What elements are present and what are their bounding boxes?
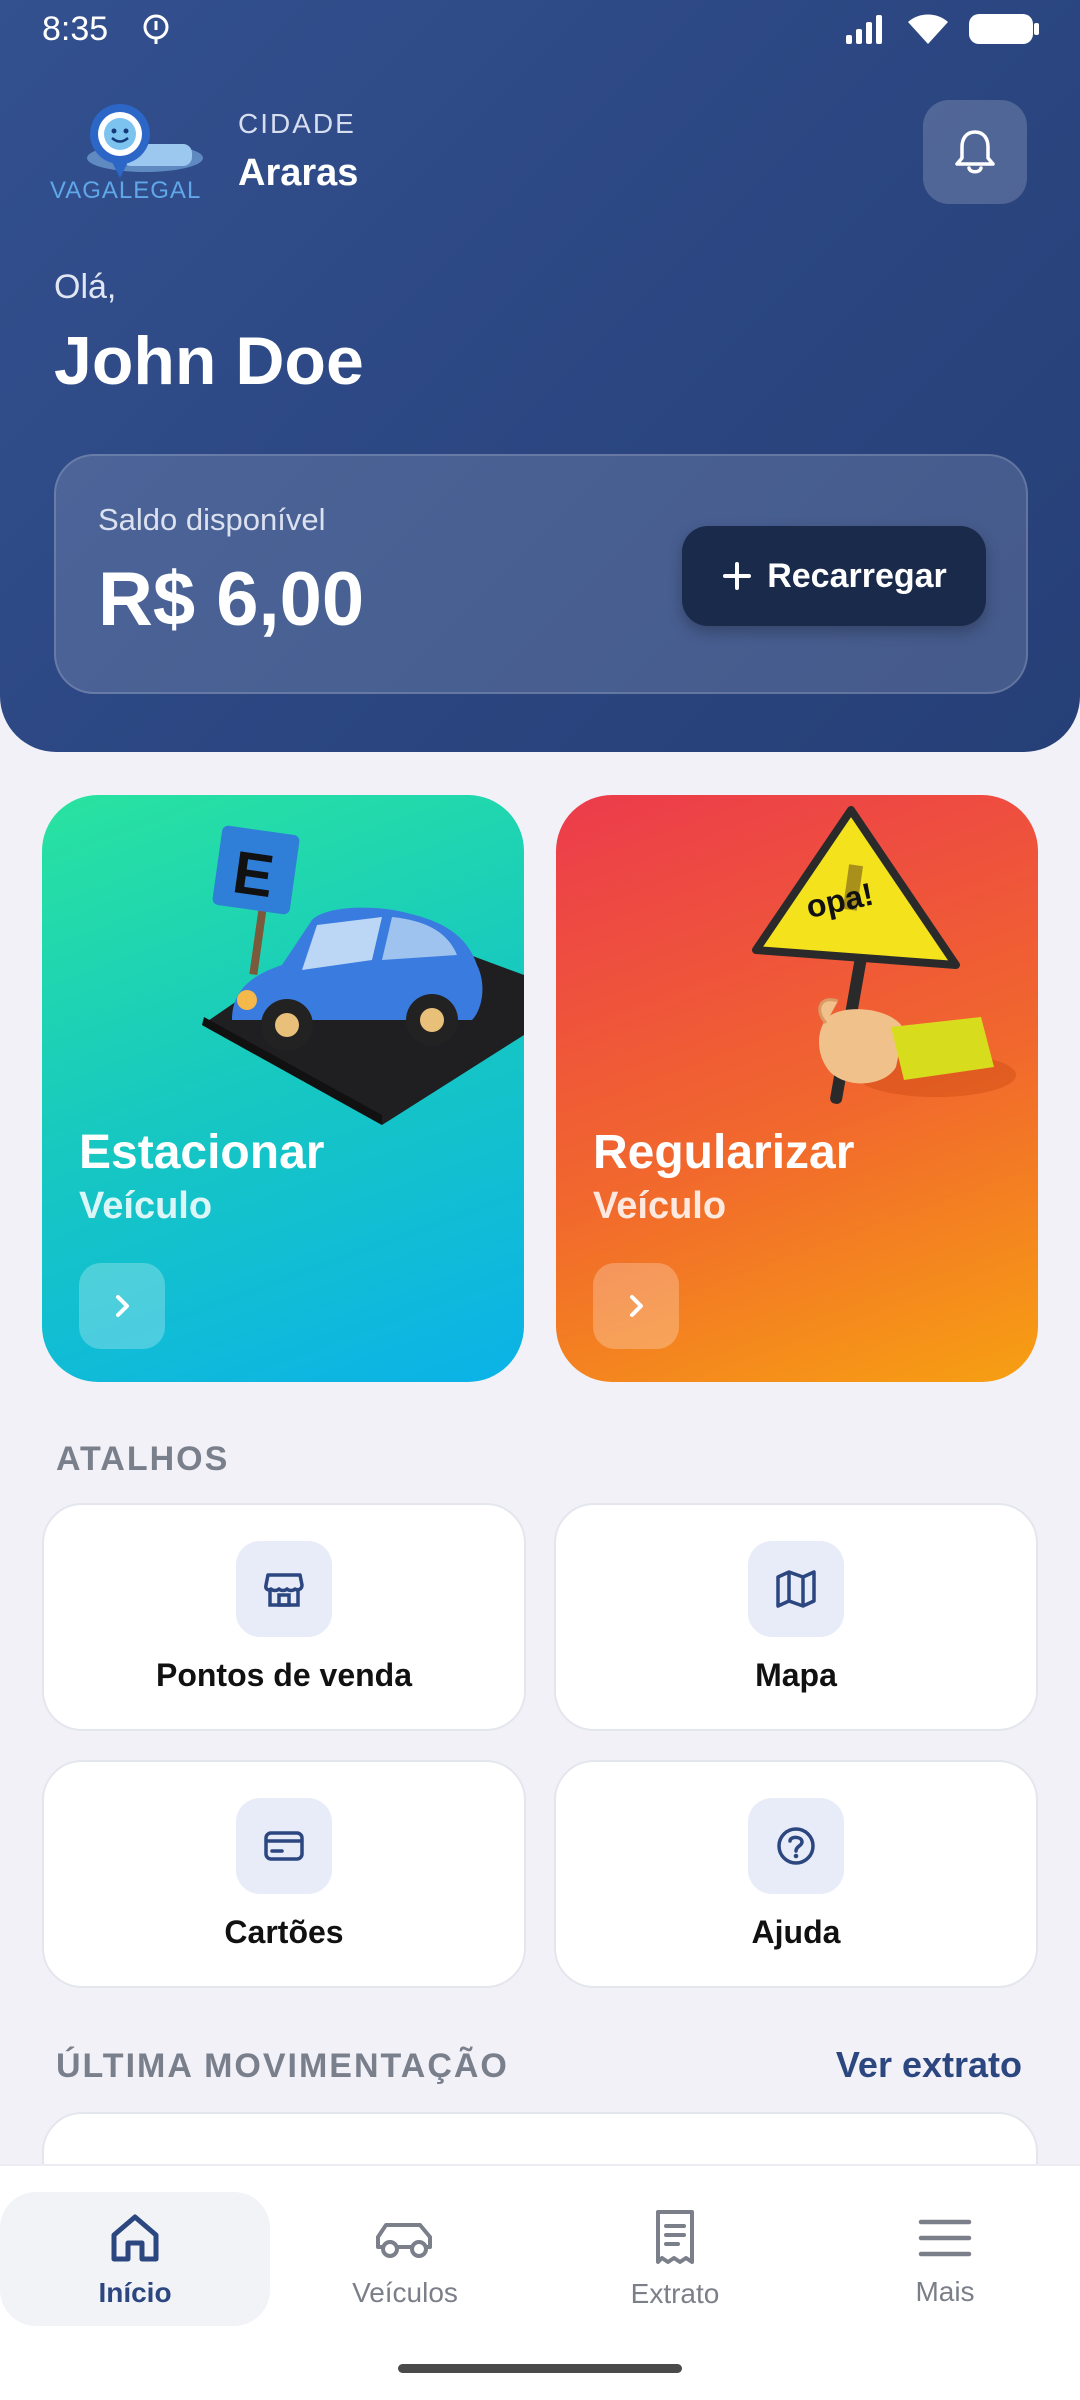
regularize-vehicle-card[interactable]: opa! Regularizar Veículo xyxy=(556,795,1038,1382)
park-card-subtitle: Veículo xyxy=(79,1185,213,1227)
shortcut-label: Cartões xyxy=(224,1914,344,1950)
nav-vehicles[interactable]: Veículos xyxy=(270,2192,540,2326)
menu-icon xyxy=(918,2219,972,2257)
nav-more[interactable]: Mais xyxy=(810,2192,1080,2326)
nav-label: Veículos xyxy=(352,2277,458,2308)
city-label: CIDADE xyxy=(238,108,356,139)
chevron-right-icon xyxy=(116,1295,129,1317)
greeting: Olá, xyxy=(54,268,117,306)
credit-card-icon xyxy=(236,1798,332,1894)
recharge-label: Recarregar xyxy=(767,556,947,595)
regularize-arrow-button[interactable] xyxy=(593,1263,679,1349)
bell-icon xyxy=(955,130,995,174)
header: VAGALEGAL CIDADE Araras Olá, John Doe Sa… xyxy=(0,0,1080,752)
shortcut-label: Ajuda xyxy=(751,1914,841,1950)
status-time: 8:35 xyxy=(42,10,109,48)
balance-label: Saldo disponível xyxy=(98,502,326,537)
regularize-card-title: Regularizar xyxy=(593,1126,855,1179)
recharge-button[interactable]: Recarregar xyxy=(682,526,986,626)
shortcut-label: Pontos de venda xyxy=(155,1657,413,1693)
logo-text: VAGALEGAL xyxy=(50,177,201,204)
warning-sign-illustration: opa! xyxy=(752,806,1016,1104)
chevron-right-icon xyxy=(630,1295,643,1317)
parked-car-illustration: E xyxy=(202,825,524,1125)
shortcut-cards[interactable]: Cartões xyxy=(42,1760,526,1988)
user-name: John Doe xyxy=(54,323,364,399)
nav-label: Extrato xyxy=(630,2278,720,2309)
nav-label: Mais xyxy=(915,2276,975,2307)
balance-value: R$ 6,00 xyxy=(98,557,365,642)
nav-label: Início xyxy=(98,2277,172,2308)
shortcuts-title: ATALHOS xyxy=(56,1440,230,1478)
nav-home[interactable]: Início xyxy=(0,2192,270,2326)
park-card-title: Estacionar xyxy=(79,1126,325,1179)
park-arrow-button[interactable] xyxy=(79,1263,165,1349)
balance-card: Saldo disponível R$ 6,00 Recarregar xyxy=(54,454,1028,694)
wifi-icon xyxy=(908,14,948,44)
last-movement-title: ÚLTIMA MOVIMENTAÇÃO xyxy=(56,2047,509,2085)
help-icon xyxy=(748,1798,844,1894)
see-statement-link[interactable]: Ver extrato xyxy=(836,2044,1022,2086)
regularize-card-subtitle: Veículo xyxy=(593,1185,727,1227)
notifications-button[interactable] xyxy=(923,100,1027,204)
receipt-icon xyxy=(656,2210,694,2264)
home-indicator[interactable] xyxy=(398,2364,682,2373)
status-bar: 8:35 xyxy=(0,0,1080,62)
battery-icon xyxy=(969,14,1039,44)
signal-icon xyxy=(846,15,882,44)
city-name[interactable]: Araras xyxy=(238,152,358,195)
home-icon xyxy=(111,2214,159,2262)
store-icon xyxy=(236,1541,332,1637)
map-icon xyxy=(748,1541,844,1637)
plus-icon xyxy=(723,562,752,590)
shortcut-points-of-sale[interactable]: Pontos de venda xyxy=(42,1503,526,1731)
shortcut-label: Mapa xyxy=(755,1657,837,1693)
shortcut-help[interactable]: Ajuda xyxy=(554,1760,1038,1988)
car-icon xyxy=(376,2223,432,2258)
park-vehicle-card[interactable]: E Estacionar Veículo xyxy=(42,795,524,1382)
shortcut-map[interactable]: Mapa xyxy=(554,1503,1038,1731)
location-status-icon xyxy=(143,14,169,44)
vagalegal-logo: VAGALEGAL xyxy=(50,104,203,204)
nav-statement[interactable]: Extrato xyxy=(540,2192,810,2326)
